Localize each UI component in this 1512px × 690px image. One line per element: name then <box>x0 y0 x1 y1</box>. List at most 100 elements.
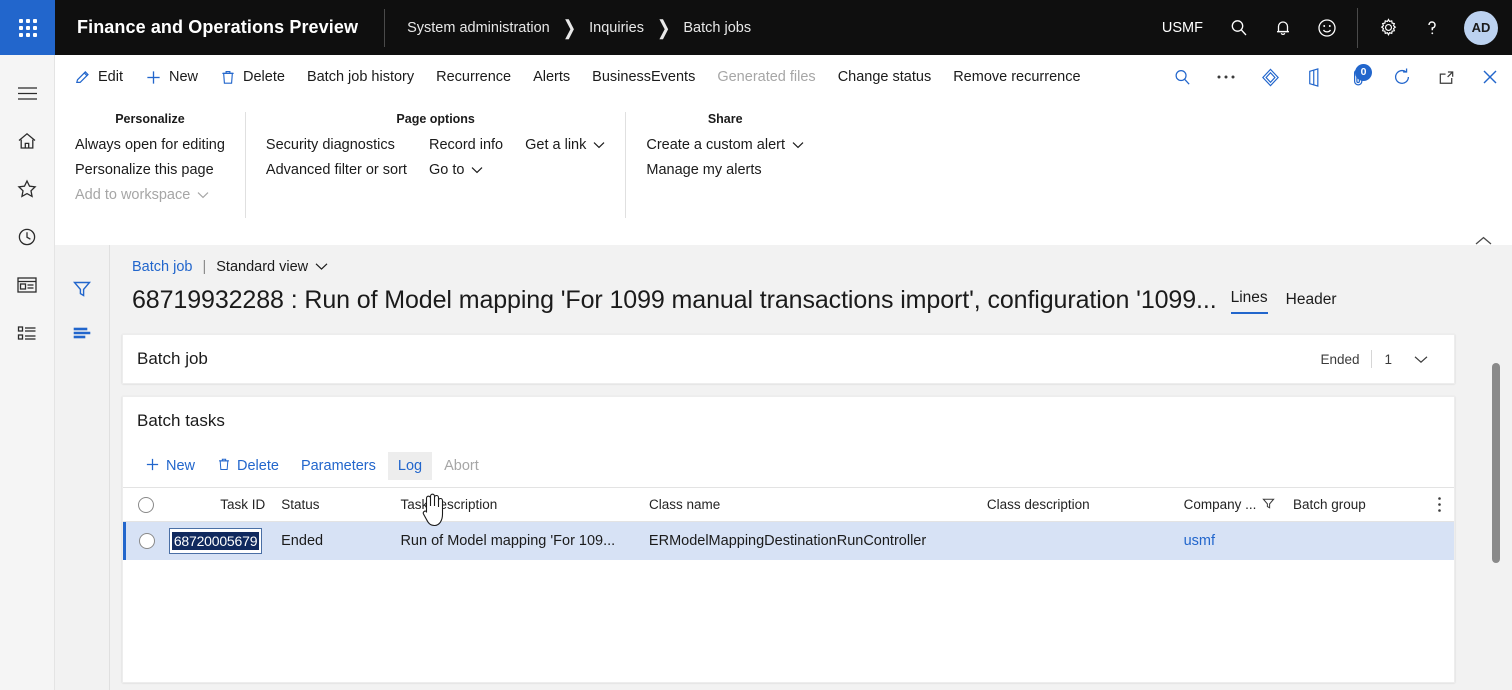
vertical-scrollbar-thumb[interactable] <box>1492 363 1500 563</box>
filter-pane <box>55 245 110 690</box>
batch-tasks-section-title: Batch tasks <box>137 411 225 431</box>
personalize-this-page-item[interactable]: Personalize this page <box>75 161 225 180</box>
business-events-button[interactable]: BusinessEvents <box>581 55 706 100</box>
grid-options-kebab-icon[interactable] <box>1424 496 1454 513</box>
feedback-smiley-icon[interactable] <box>1305 0 1349 55</box>
refresh-icon[interactable] <box>1380 55 1424 100</box>
action-pane-expanded-tabs: Personalize Always open for editing Pers… <box>55 100 1512 230</box>
column-header-status[interactable]: Status <box>273 497 392 512</box>
plus-icon <box>145 457 160 476</box>
breadcrumb-item-inquiries[interactable]: Inquiries <box>589 20 644 36</box>
batch-job-status-summary: Ended <box>1308 352 1371 367</box>
cell-task-id[interactable]: 68720005679 <box>169 528 273 554</box>
toolbar-group-title: Page options <box>266 112 605 126</box>
select-all-radio[interactable] <box>123 497 169 513</box>
cell-task-description: Run of Model mapping 'For 109... <box>392 533 640 549</box>
settings-gear-icon[interactable] <box>1366 0 1410 55</box>
batch-tasks-section-header[interactable]: Batch tasks <box>123 397 1454 445</box>
toolbar-group-column: Record info Go to <box>429 136 503 180</box>
tasks-abort-button: Abort <box>434 452 489 480</box>
manage-my-alerts-item[interactable]: Manage my alerts <box>646 161 804 180</box>
company-selector[interactable]: USMF <box>1162 20 1203 36</box>
column-header-batch-group[interactable]: Batch group <box>1285 497 1424 512</box>
task-id-input[interactable]: 68720005679 <box>169 528 262 554</box>
new-button[interactable]: New <box>134 55 209 100</box>
delete-button[interactable]: Delete <box>209 55 296 100</box>
tasks-delete-label: Delete <box>237 458 279 474</box>
toolbar-group-columns: Security diagnostics Advanced filter or … <box>266 136 605 180</box>
radio-icon[interactable] <box>139 533 155 549</box>
remove-recurrence-button[interactable]: Remove recurrence <box>942 55 1091 100</box>
column-header-task-id[interactable]: Task ID <box>169 497 273 512</box>
advanced-filter-or-sort-item[interactable]: Advanced filter or sort <box>266 161 407 180</box>
toolbar-group-columns: Always open for editing Personalize this… <box>75 136 225 205</box>
filter-search-icon[interactable] <box>1160 55 1204 100</box>
home-icon[interactable] <box>0 117 55 165</box>
create-a-custom-alert-item[interactable]: Create a custom alert <box>646 136 804 155</box>
go-to-item[interactable]: Go to <box>429 161 503 180</box>
chevron-down-icon <box>593 136 605 155</box>
tab-lines[interactable]: Lines <box>1231 289 1268 314</box>
vertical-scrollbar[interactable] <box>1492 363 1500 683</box>
column-filter-funnel-icon[interactable] <box>1262 497 1275 513</box>
add-to-workspace-label: Add to workspace <box>75 186 190 205</box>
notifications-bell-icon[interactable] <box>1261 0 1305 55</box>
trash-icon <box>217 457 231 476</box>
filter-summary-icon[interactable] <box>55 311 110 355</box>
tasks-delete-button[interactable]: Delete <box>207 452 289 480</box>
page-headline-row: 68719932288 : Run of Model mapping 'For … <box>110 275 1512 317</box>
recent-clock-icon[interactable] <box>0 213 55 261</box>
column-header-company[interactable]: Company ... <box>1176 497 1285 513</box>
app-title: Finance and Operations Preview <box>77 17 358 38</box>
overflow-ellipsis-icon[interactable] <box>1204 55 1248 100</box>
radio-icon[interactable] <box>138 497 154 513</box>
tab-header[interactable]: Header <box>1286 291 1337 314</box>
record-info-item[interactable]: Record info <box>429 136 503 155</box>
row-select-radio[interactable] <box>126 533 169 549</box>
open-in-new-window-icon[interactable] <box>1424 55 1468 100</box>
tasks-log-button[interactable]: Log <box>388 452 432 480</box>
workspaces-icon[interactable] <box>0 261 55 309</box>
page-title: 68719932288 : Run of Model mapping 'For … <box>132 283 1217 317</box>
office-apps-icon[interactable] <box>1292 55 1336 100</box>
table-row[interactable]: 68720005679 Ended Run of Model mapping '… <box>123 522 1454 560</box>
edit-button[interactable]: Edit <box>63 55 134 100</box>
alerts-button[interactable]: Alerts <box>522 55 581 100</box>
plus-icon <box>145 69 162 86</box>
breadcrumb-item-batch-jobs[interactable]: Batch jobs <box>683 20 751 36</box>
avatar[interactable]: AD <box>1464 11 1498 45</box>
column-header-class-description[interactable]: Class description <box>979 497 1176 512</box>
create-a-custom-alert-label: Create a custom alert <box>646 136 785 155</box>
search-icon[interactable] <box>1217 0 1261 55</box>
topbar-divider <box>384 9 385 47</box>
batch-job-history-button[interactable]: Batch job history <box>296 55 425 100</box>
column-header-class-name[interactable]: Class name <box>641 497 979 512</box>
main-column: Batch job | Standard view 68719932288 : … <box>110 245 1512 690</box>
cell-status: Ended <box>273 533 392 549</box>
hamburger-menu-icon[interactable] <box>0 69 55 117</box>
recurrence-button[interactable]: Recurrence <box>425 55 522 100</box>
tasks-new-button[interactable]: New <box>135 452 205 480</box>
filter-funnel-icon[interactable] <box>55 267 110 311</box>
security-diagnostics-item[interactable]: Security diagnostics <box>266 136 407 155</box>
column-header-task-description[interactable]: Task description <box>393 497 641 512</box>
app-launcher-waffle-icon[interactable] <box>0 0 55 55</box>
expand-batch-job-chevron-down-icon[interactable] <box>1404 355 1438 364</box>
entity-link[interactable]: Batch job <box>132 259 192 275</box>
close-icon[interactable] <box>1468 55 1512 100</box>
modules-list-icon[interactable] <box>0 309 55 357</box>
change-status-button[interactable]: Change status <box>827 55 943 100</box>
view-selector[interactable]: Standard view <box>216 259 328 275</box>
batch-job-section-header[interactable]: Batch job Ended 1 <box>123 335 1454 383</box>
attachments-icon[interactable]: 0 <box>1336 55 1380 100</box>
power-apps-icon[interactable] <box>1248 55 1292 100</box>
cell-company[interactable]: usmf <box>1176 533 1285 549</box>
get-a-link-label: Get a link <box>525 136 586 155</box>
waffle-grid <box>19 19 37 37</box>
get-a-link-item[interactable]: Get a link <box>525 136 605 155</box>
favorites-star-icon[interactable] <box>0 165 55 213</box>
tasks-parameters-button[interactable]: Parameters <box>291 452 386 480</box>
help-question-icon[interactable] <box>1410 0 1454 55</box>
breadcrumb-item-system-administration[interactable]: System administration <box>407 20 550 36</box>
always-open-for-editing-item[interactable]: Always open for editing <box>75 136 225 155</box>
